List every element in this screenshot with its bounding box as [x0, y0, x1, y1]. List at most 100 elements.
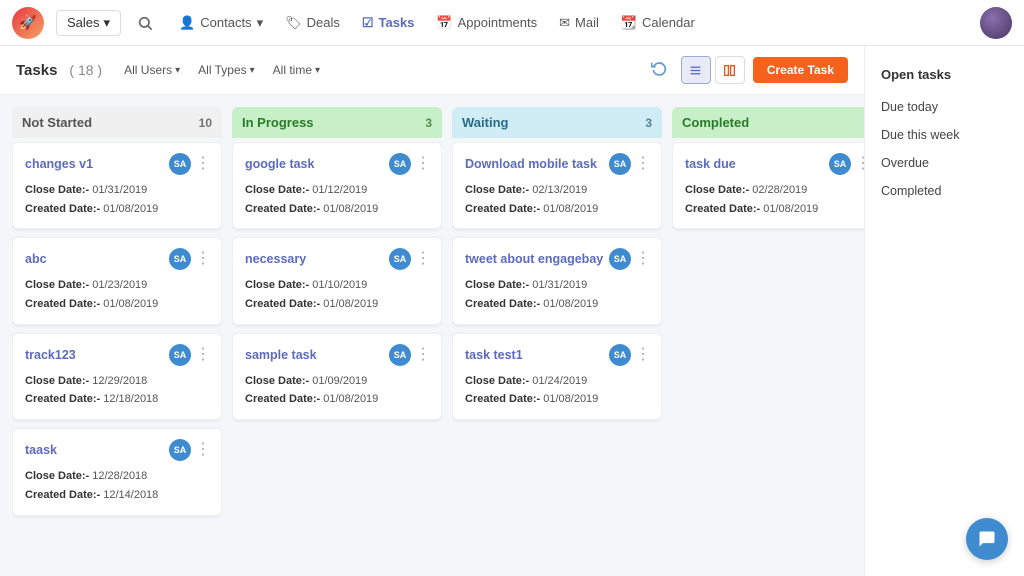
sidebar-right-due-today[interactable]: Due today [865, 93, 1024, 121]
sidebar-right-header: Open tasks [865, 60, 1024, 89]
card-created-date: Created Date:- 01/08/2019 [245, 200, 431, 219]
board-view-button[interactable] [715, 56, 745, 84]
column-waiting: Waiting 3 Download mobile task SA ⋮ Clos… [452, 107, 662, 576]
card-title[interactable]: necessary [245, 252, 306, 266]
card-created-date: Created Date:- 12/14/2018 [25, 486, 211, 505]
column-title: Not Started [22, 115, 92, 130]
card-title[interactable]: task due [685, 157, 736, 171]
card-close-date: Close Date:- 01/23/2019 [25, 276, 211, 295]
nav-deals[interactable]: 🏷 Deals [275, 9, 350, 37]
card-menu-button[interactable]: ⋮ [415, 251, 431, 267]
card-actions: SA ⋮ [609, 344, 651, 366]
create-task-button[interactable]: Create Task [753, 57, 848, 83]
card-title[interactable]: Download mobile task [465, 157, 597, 171]
card-title[interactable]: taask [25, 443, 57, 457]
sidebar-right-overdue[interactable]: Overdue [865, 149, 1024, 177]
card-created-date: Created Date:- 01/08/2019 [465, 295, 651, 314]
card-close-date: Close Date:- 01/12/2019 [245, 181, 431, 200]
column-in-progress: In Progress 3 google task SA ⋮ Close Dat… [232, 107, 442, 576]
column-header-in-progress: In Progress 3 [232, 107, 442, 138]
card-avatar: SA [609, 153, 631, 175]
card-avatar: SA [609, 248, 631, 270]
card-title[interactable]: track123 [25, 348, 76, 362]
page-title: Tasks [16, 62, 57, 79]
nav-tasks[interactable]: ☑ Tasks [352, 9, 425, 37]
filter-group: All Users ▾ All Types ▾ All time ▾ [118, 60, 326, 80]
card-actions: SA ⋮ [169, 439, 211, 461]
card-header: abc SA ⋮ [25, 248, 211, 270]
card-title[interactable]: task test1 [465, 348, 523, 362]
toolbar: Tasks ( 18 ) All Users ▾ All Types ▾ All… [0, 46, 864, 95]
sales-dropdown[interactable]: Sales ▾ [56, 10, 121, 36]
deals-icon: 🏷 [285, 15, 302, 31]
card-avatar: SA [389, 153, 411, 175]
refresh-button[interactable] [645, 56, 673, 84]
card-header: sample task SA ⋮ [245, 344, 431, 366]
avatar-image [980, 7, 1012, 39]
task-count: ( 18 ) [69, 62, 102, 78]
view-toggle [681, 56, 745, 84]
task-card: changes v1 SA ⋮ Close Date:- 01/31/2019 … [12, 142, 222, 229]
list-view-button[interactable] [681, 56, 711, 84]
card-menu-button[interactable]: ⋮ [195, 347, 211, 363]
nav-mail[interactable]: ✉ Mail [549, 9, 609, 37]
card-avatar: SA [609, 344, 631, 366]
sidebar-right-due-week[interactable]: Due this week [865, 121, 1024, 149]
card-actions: SA ⋮ [169, 153, 211, 175]
card-actions: SA ⋮ [169, 344, 211, 366]
app-logo[interactable]: 🚀 [12, 7, 44, 39]
card-title[interactable]: sample task [245, 348, 317, 362]
card-menu-button[interactable]: ⋮ [195, 442, 211, 458]
card-menu-button[interactable]: ⋮ [415, 156, 431, 172]
user-avatar[interactable] [980, 7, 1012, 39]
nav-calendar[interactable]: 📆 Calendar [611, 9, 705, 37]
card-created-date: Created Date:- 01/08/2019 [25, 295, 211, 314]
card-header: necessary SA ⋮ [245, 248, 431, 270]
card-title[interactable]: google task [245, 157, 314, 171]
card-actions: SA ⋮ [389, 153, 431, 175]
card-menu-button[interactable]: ⋮ [635, 251, 651, 267]
card-menu-button[interactable]: ⋮ [855, 156, 864, 172]
chat-button[interactable] [966, 518, 1008, 560]
tasks-icon: ☑ [362, 15, 374, 31]
column-title: Completed [682, 115, 749, 130]
column-header-not-started: Not Started 10 [12, 107, 222, 138]
chevron-down-icon: ▾ [315, 65, 320, 76]
column-count: 10 [199, 116, 212, 130]
nav-appointments[interactable]: 📅 Appointments [426, 9, 547, 37]
navbar: 🚀 Sales ▾ 👤 Contacts ▾ 🏷 Deals ☑ Tasks 📅… [0, 0, 1024, 46]
card-actions: SA ⋮ [389, 344, 431, 366]
task-card: Download mobile task SA ⋮ Close Date:- 0… [452, 142, 662, 229]
card-menu-button[interactable]: ⋮ [195, 156, 211, 172]
card-title[interactable]: tweet about engagebay [465, 252, 603, 266]
users-filter[interactable]: All Users ▾ [118, 60, 186, 80]
card-avatar: SA [169, 153, 191, 175]
card-header: track123 SA ⋮ [25, 344, 211, 366]
nav-contacts[interactable]: 👤 Contacts ▾ [169, 9, 273, 37]
sidebar-right-completed[interactable]: Completed [865, 177, 1024, 205]
card-title[interactable]: abc [25, 252, 47, 266]
board-columns: Not Started 10 changes v1 SA ⋮ Close Dat… [0, 95, 864, 576]
column-title: Waiting [462, 115, 508, 130]
board-area: Not Started 10 changes v1 SA ⋮ Close Dat… [0, 95, 864, 576]
types-filter[interactable]: All Types ▾ [192, 60, 261, 80]
task-card: taask SA ⋮ Close Date:- 12/28/2018 Creat… [12, 428, 222, 515]
column-title: In Progress [242, 115, 314, 130]
task-card: google task SA ⋮ Close Date:- 01/12/2019… [232, 142, 442, 229]
column-not-started: Not Started 10 changes v1 SA ⋮ Close Dat… [12, 107, 222, 576]
card-actions: SA ⋮ [829, 153, 864, 175]
card-actions: SA ⋮ [169, 248, 211, 270]
card-title[interactable]: changes v1 [25, 157, 93, 171]
task-card: task due SA ⋮ Close Date:- 02/28/2019 Cr… [672, 142, 864, 229]
card-menu-button[interactable]: ⋮ [635, 156, 651, 172]
card-close-date: Close Date:- 02/28/2019 [685, 181, 864, 200]
search-button[interactable] [129, 7, 161, 39]
task-card: task test1 SA ⋮ Close Date:- 01/24/2019 … [452, 333, 662, 420]
card-close-date: Close Date:- 01/24/2019 [465, 372, 651, 391]
main-content: Tasks ( 18 ) All Users ▾ All Types ▾ All… [0, 46, 864, 576]
card-menu-button[interactable]: ⋮ [195, 251, 211, 267]
card-menu-button[interactable]: ⋮ [635, 347, 651, 363]
time-filter[interactable]: All time ▾ [267, 60, 326, 80]
nav-links: 👤 Contacts ▾ 🏷 Deals ☑ Tasks 📅 Appointme… [169, 9, 972, 37]
card-menu-button[interactable]: ⋮ [415, 347, 431, 363]
